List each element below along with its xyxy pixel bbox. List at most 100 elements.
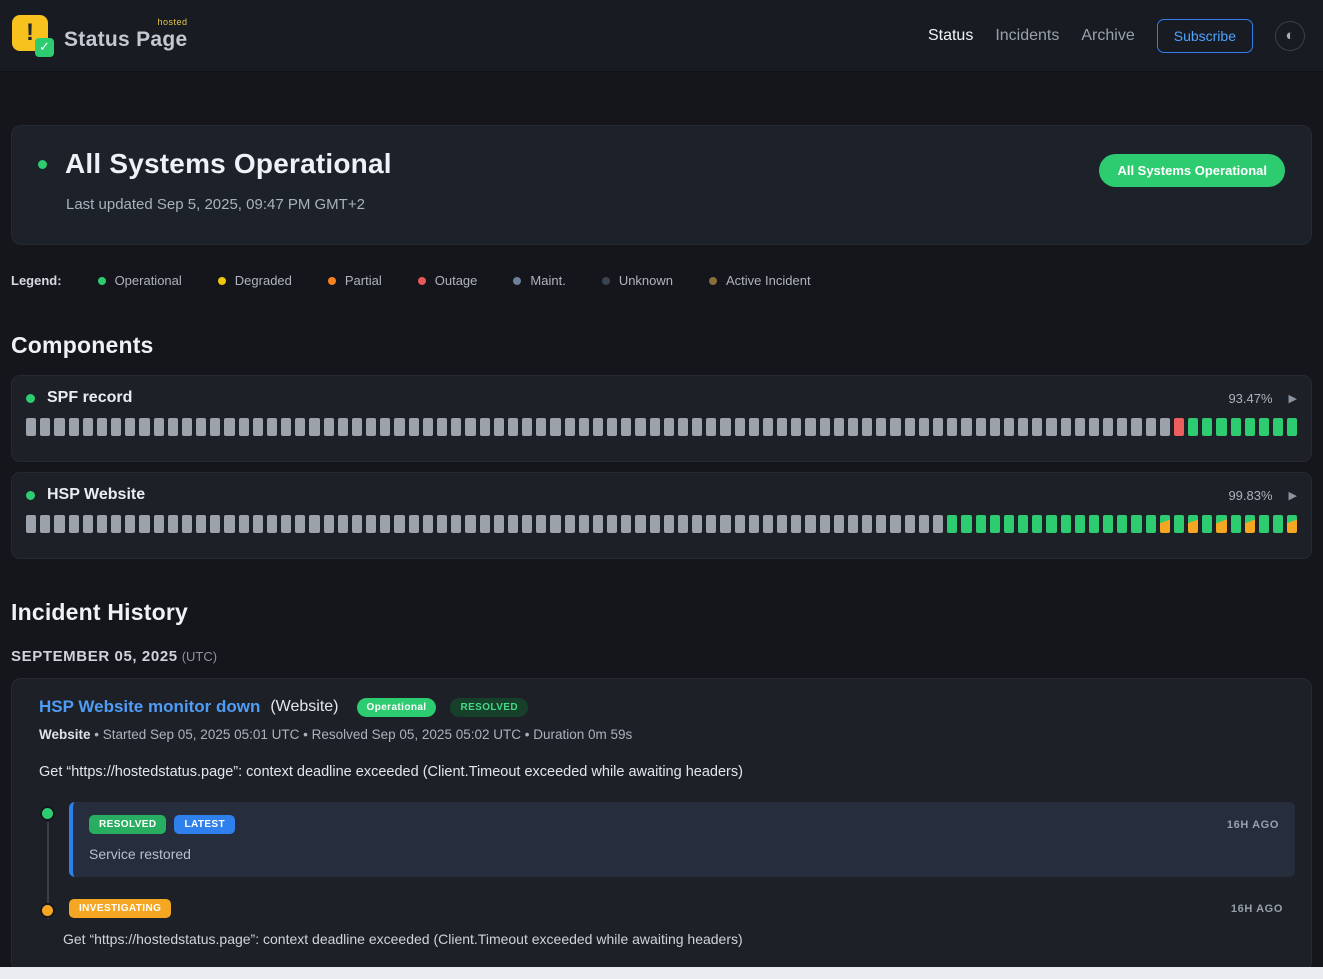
uptime-bar — [990, 418, 1000, 436]
uptime-bar — [210, 418, 220, 436]
uptime-bar — [1202, 418, 1212, 436]
uptime-bar — [380, 515, 390, 533]
incident-history-heading: Incident History — [11, 599, 1312, 626]
nav-status[interactable]: Status — [928, 27, 973, 45]
uptime-bar — [678, 418, 688, 436]
incident-timeline: RESOLVEDLATEST 16H AGO Service restored … — [28, 802, 1295, 947]
uptime-bar — [919, 515, 929, 533]
uptime-bar — [933, 515, 943, 533]
incident-title-link[interactable]: HSP Website monitor down — [39, 697, 260, 717]
last-updated-text: Last updated Sep 5, 2025, 09:47 PM GMT+2 — [66, 196, 392, 213]
overall-status-title: All Systems Operational — [65, 148, 392, 180]
legend-label: Maint. — [530, 273, 565, 288]
expand-component-caret-icon[interactable]: ▶ — [1289, 392, 1297, 405]
uptime-bar — [1160, 418, 1170, 436]
legend-item: Active Incident — [709, 273, 811, 288]
uptime-bar — [83, 515, 93, 533]
legend-item: Degraded — [218, 273, 292, 288]
uptime-bar — [125, 418, 135, 436]
update-message: Service restored — [89, 846, 1279, 862]
expand-component-caret-icon[interactable]: ▶ — [1289, 489, 1297, 502]
uptime-bar — [139, 515, 149, 533]
uptime-bar — [876, 515, 886, 533]
uptime-bar — [154, 418, 164, 436]
uptime-bar — [621, 515, 631, 533]
nav-incidents[interactable]: Incidents — [995, 27, 1059, 45]
uptime-bar — [352, 418, 362, 436]
uptime-bar — [154, 515, 164, 533]
legend-items: OperationalDegradedPartialOutageMaint.Un… — [98, 273, 811, 288]
uptime-bar — [678, 515, 688, 533]
uptime-bar — [607, 515, 617, 533]
uptime-bar — [1075, 515, 1085, 533]
legend-dot — [418, 277, 426, 285]
update-timestamp: 16H AGO — [1227, 819, 1279, 831]
uptime-bar — [1273, 515, 1283, 533]
legend-title: Legend: — [11, 273, 62, 288]
theme-toggle-button[interactable]: ◐ — [1275, 21, 1305, 51]
uptime-bar — [876, 418, 886, 436]
component-name: HSP Website — [47, 486, 145, 504]
uptime-bar — [465, 418, 475, 436]
brand-title: Status Page — [64, 28, 188, 51]
uptime-bar — [777, 515, 787, 533]
legend-dot — [513, 277, 521, 285]
uptime-bar — [480, 418, 490, 436]
nav-archive[interactable]: Archive — [1081, 27, 1134, 45]
uptime-bar — [834, 418, 844, 436]
uptime-bar — [536, 418, 546, 436]
uptime-bar — [635, 418, 645, 436]
uptime-bar — [579, 515, 589, 533]
uptime-bar — [1089, 418, 1099, 436]
uptime-bar — [253, 515, 263, 533]
uptime-bar — [1061, 515, 1071, 533]
uptime-bar — [309, 418, 319, 436]
overall-status-dot — [38, 160, 47, 169]
uptime-bar — [1146, 515, 1156, 533]
incident-meta-component: Website — [39, 727, 91, 742]
uptime-bar — [281, 515, 291, 533]
incident-component-name: (Website) — [270, 698, 338, 716]
legend-dot — [98, 277, 106, 285]
uptime-bar — [1188, 418, 1198, 436]
uptime-bar — [593, 418, 603, 436]
uptime-bar — [947, 418, 957, 436]
uptime-bar — [862, 515, 872, 533]
component-status-dot — [26, 491, 35, 500]
uptime-bar — [805, 515, 815, 533]
uptime-bar — [905, 515, 915, 533]
legend-dot — [602, 277, 610, 285]
subscribe-button[interactable]: Subscribe — [1157, 19, 1253, 53]
uptime-bar — [1061, 418, 1071, 436]
incident-date: SEPTEMBER 05, 2025 — [11, 648, 178, 665]
uptime-bar — [890, 515, 900, 533]
brand[interactable]: ! ✓ hosted Status Page — [12, 15, 188, 57]
uptime-bar — [933, 418, 943, 436]
uptime-bar — [961, 418, 971, 436]
uptime-bar — [1231, 515, 1241, 533]
uptime-bar — [834, 515, 844, 533]
latest-badge: LATEST — [174, 815, 235, 834]
uptime-bar — [338, 418, 348, 436]
uptime-bar — [111, 515, 121, 533]
uptime-bar — [947, 515, 957, 533]
uptime-bar — [805, 418, 815, 436]
uptime-bar — [54, 515, 64, 533]
uptime-percentage: 99.83% — [1228, 488, 1272, 503]
incident-date-timezone: (UTC) — [182, 649, 217, 664]
uptime-bar — [1259, 418, 1269, 436]
uptime-bar-chart — [26, 515, 1297, 533]
incident-meta-details: • Started Sep 05, 2025 05:01 UTC • Resol… — [91, 727, 633, 742]
update-badges: RESOLVEDLATEST — [89, 815, 235, 834]
uptime-bar — [1046, 515, 1056, 533]
uptime-bar — [664, 515, 674, 533]
uptime-bar — [239, 515, 249, 533]
uptime-bar — [1245, 515, 1255, 533]
uptime-bar — [635, 515, 645, 533]
uptime-bar — [706, 418, 716, 436]
legend-item: Partial — [328, 273, 382, 288]
uptime-bar — [97, 515, 107, 533]
legend-label: Degraded — [235, 273, 292, 288]
uptime-bar — [352, 515, 362, 533]
uptime-bar — [1117, 418, 1127, 436]
